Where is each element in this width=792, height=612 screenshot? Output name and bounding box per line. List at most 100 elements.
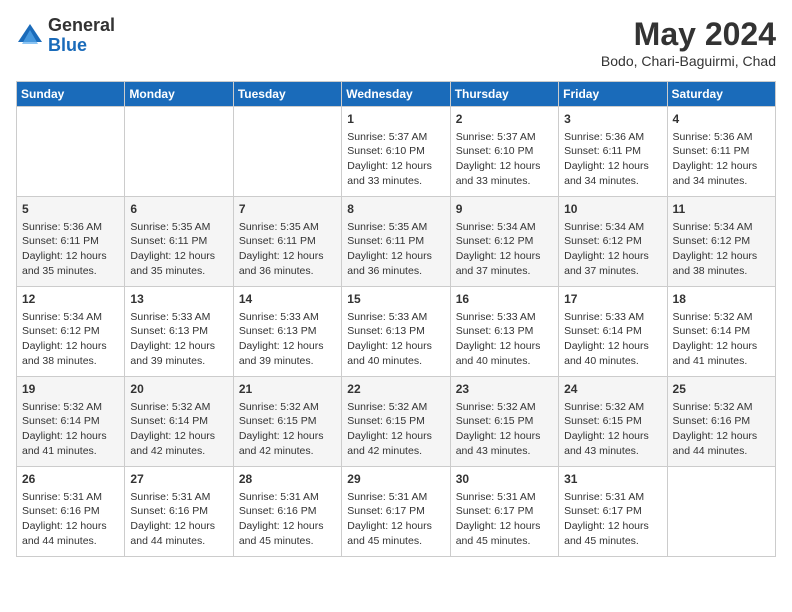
- day-number: 11: [673, 201, 770, 218]
- day-number: 1: [347, 111, 444, 128]
- calendar-cell: 14Sunrise: 5:33 AMSunset: 6:13 PMDayligh…: [233, 287, 341, 377]
- day-number: 24: [564, 381, 661, 398]
- logo-blue-text: Blue: [48, 36, 115, 56]
- calendar-week-row: 5Sunrise: 5:36 AMSunset: 6:11 PMDaylight…: [17, 197, 776, 287]
- day-number: 27: [130, 471, 227, 488]
- calendar-cell: 17 Sunrise: 5:33 AMSunset: 6:14 PMDayligh…: [559, 287, 667, 377]
- day-number: 15: [347, 291, 444, 308]
- calendar-body: 1 Sunrise: 5:37 AMSunset: 6:10 PMDaylight…: [17, 107, 776, 557]
- day-number: 26: [22, 471, 119, 488]
- calendar-cell: 21Sunrise: 5:32 AMSunset: 6:15 PMDayligh…: [233, 377, 341, 467]
- calendar-cell: 7 Sunrise: 5:35 AMSunset: 6:11 PMDaylight…: [233, 197, 341, 287]
- weekday-header: Tuesday: [233, 82, 341, 107]
- day-number: 30: [456, 471, 553, 488]
- calendar-cell: [667, 467, 775, 557]
- location-subtitle: Bodo, Chari-Baguirmi, Chad: [601, 53, 776, 69]
- day-number: 12: [22, 291, 119, 308]
- weekday-header: Sunday: [17, 82, 125, 107]
- month-year-title: May 2024: [601, 16, 776, 53]
- weekday-header: Friday: [559, 82, 667, 107]
- calendar-cell: 25 Sunrise: 5:32 AMSunset: 6:16 PMDayligh…: [667, 377, 775, 467]
- calendar-week-row: 19 Sunrise: 5:32 AMSunset: 6:14 PMDayligh…: [17, 377, 776, 467]
- weekday-header: Thursday: [450, 82, 558, 107]
- weekday-header: Wednesday: [342, 82, 450, 107]
- calendar-cell: 18 Sunrise: 5:32 AMSunset: 6:14 PMDayligh…: [667, 287, 775, 377]
- day-number: 20: [130, 381, 227, 398]
- day-number: 25: [673, 381, 770, 398]
- calendar-cell: 29 Sunrise: 5:31 AMSunset: 6:17 PMDayligh…: [342, 467, 450, 557]
- logo: General Blue: [16, 16, 115, 56]
- logo-general-text: General: [48, 16, 115, 36]
- calendar-cell: 3 Sunrise: 5:36 AMSunset: 6:11 PMDaylight…: [559, 107, 667, 197]
- day-number: 8: [347, 201, 444, 218]
- calendar-header: SundayMondayTuesdayWednesdayThursdayFrid…: [17, 82, 776, 107]
- calendar-cell: 22Sunrise: 5:32 AMSunset: 6:15 PMDayligh…: [342, 377, 450, 467]
- day-info: Sunrise: 5:35 AMSunset: 6:11 PMDaylight:…: [239, 220, 336, 279]
- day-info: Sunrise: 5:34 AMSunset: 6:12 PMDaylight:…: [22, 310, 119, 369]
- day-info: Sunrise: 5:32 AMSunset: 6:14 PMDaylight:…: [130, 400, 227, 459]
- calendar-week-row: 1 Sunrise: 5:37 AMSunset: 6:10 PMDaylight…: [17, 107, 776, 197]
- calendar-cell: 2 Sunrise: 5:37 AMSunset: 6:10 PMDaylight…: [450, 107, 558, 197]
- logo-text: General Blue: [48, 16, 115, 56]
- day-number: 9: [456, 201, 553, 218]
- day-number: 3: [564, 111, 661, 128]
- day-number: 6: [130, 201, 227, 218]
- calendar-cell: 30 Sunrise: 5:31 AMSunset: 6:17 PMDayligh…: [450, 467, 558, 557]
- page-header: General Blue May 2024 Bodo, Chari-Baguir…: [16, 16, 776, 69]
- day-info: Sunrise: 5:32 AMSunset: 6:14 PMDaylight:…: [22, 400, 119, 459]
- logo-icon: [16, 22, 44, 50]
- calendar-cell: [233, 107, 341, 197]
- day-info: Sunrise: 5:32 AMSunset: 6:15 PMDaylight:…: [456, 400, 553, 459]
- weekday-header-row: SundayMondayTuesdayWednesdayThursdayFrid…: [17, 82, 776, 107]
- day-info: Sunrise: 5:31 AMSunset: 6:17 PMDaylight:…: [456, 490, 553, 549]
- day-number: 13: [130, 291, 227, 308]
- day-info: Sunrise: 5:36 AMSunset: 6:11 PMDaylight:…: [564, 130, 661, 189]
- calendar-week-row: 12 Sunrise: 5:34 AMSunset: 6:12 PMDayligh…: [17, 287, 776, 377]
- day-info: Sunrise: 5:37 AMSunset: 6:10 PMDaylight:…: [456, 130, 553, 189]
- day-info: Sunrise: 5:31 AMSunset: 6:16 PMDaylight:…: [239, 490, 336, 549]
- day-number: 7: [239, 201, 336, 218]
- day-number: 5: [22, 201, 119, 218]
- day-number: 17: [564, 291, 661, 308]
- calendar-cell: 31Sunrise: 5:31 AMSunset: 6:17 PMDayligh…: [559, 467, 667, 557]
- calendar-cell: 24Sunrise: 5:32 AMSunset: 6:15 PMDayligh…: [559, 377, 667, 467]
- day-info: Sunrise: 5:33 AMSunset: 6:13 PMDaylight:…: [130, 310, 227, 369]
- calendar-cell: 5Sunrise: 5:36 AMSunset: 6:11 PMDaylight…: [17, 197, 125, 287]
- title-block: May 2024 Bodo, Chari-Baguirmi, Chad: [601, 16, 776, 69]
- calendar-table: SundayMondayTuesdayWednesdayThursdayFrid…: [16, 81, 776, 557]
- day-info: Sunrise: 5:34 AMSunset: 6:12 PMDaylight:…: [456, 220, 553, 279]
- day-info: Sunrise: 5:33 AMSunset: 6:13 PMDaylight:…: [456, 310, 553, 369]
- day-number: 18: [673, 291, 770, 308]
- day-number: 28: [239, 471, 336, 488]
- day-info: Sunrise: 5:31 AMSunset: 6:17 PMDaylight:…: [347, 490, 444, 549]
- calendar-cell: 19 Sunrise: 5:32 AMSunset: 6:14 PMDayligh…: [17, 377, 125, 467]
- weekday-header: Monday: [125, 82, 233, 107]
- day-number: 31: [564, 471, 661, 488]
- calendar-cell: 27Sunrise: 5:31 AMSunset: 6:16 PMDayligh…: [125, 467, 233, 557]
- day-info: Sunrise: 5:32 AMSunset: 6:16 PMDaylight:…: [673, 400, 770, 459]
- day-number: 2: [456, 111, 553, 128]
- calendar-cell: 26 Sunrise: 5:31 AMSunset: 6:16 PMDayligh…: [17, 467, 125, 557]
- day-info: Sunrise: 5:33 AMSunset: 6:14 PMDaylight:…: [564, 310, 661, 369]
- day-info: Sunrise: 5:31 AMSunset: 6:16 PMDaylight:…: [22, 490, 119, 549]
- calendar-cell: 1Sunrise: 5:37 AMSunset: 6:10 PMDaylight…: [342, 107, 450, 197]
- weekday-header: Saturday: [667, 82, 775, 107]
- calendar-cell: 6 Sunrise: 5:35 AMSunset: 6:11 PMDaylight…: [125, 197, 233, 287]
- day-number: 29: [347, 471, 444, 488]
- day-info: Sunrise: 5:36 AMSunset: 6:11 PMDaylight:…: [673, 130, 770, 189]
- calendar-cell: 15Sunrise: 5:33 AMSunset: 6:13 PMDayligh…: [342, 287, 450, 377]
- calendar-cell: 12 Sunrise: 5:34 AMSunset: 6:12 PMDayligh…: [17, 287, 125, 377]
- day-number: 23: [456, 381, 553, 398]
- day-info: Sunrise: 5:33 AMSunset: 6:13 PMDaylight:…: [239, 310, 336, 369]
- day-info: Sunrise: 5:32 AMSunset: 6:14 PMDaylight:…: [673, 310, 770, 369]
- calendar-cell: 11 Sunrise: 5:34 AMSunset: 6:12 PMDayligh…: [667, 197, 775, 287]
- calendar-cell: [125, 107, 233, 197]
- day-number: 4: [673, 111, 770, 128]
- day-info: Sunrise: 5:34 AMSunset: 6:12 PMDaylight:…: [673, 220, 770, 279]
- day-number: 10: [564, 201, 661, 218]
- calendar-cell: 28 Sunrise: 5:31 AMSunset: 6:16 PMDayligh…: [233, 467, 341, 557]
- day-number: 19: [22, 381, 119, 398]
- calendar-cell: 9 Sunrise: 5:34 AMSunset: 6:12 PMDaylight…: [450, 197, 558, 287]
- day-info: Sunrise: 5:35 AMSunset: 6:11 PMDaylight:…: [130, 220, 227, 279]
- day-number: 16: [456, 291, 553, 308]
